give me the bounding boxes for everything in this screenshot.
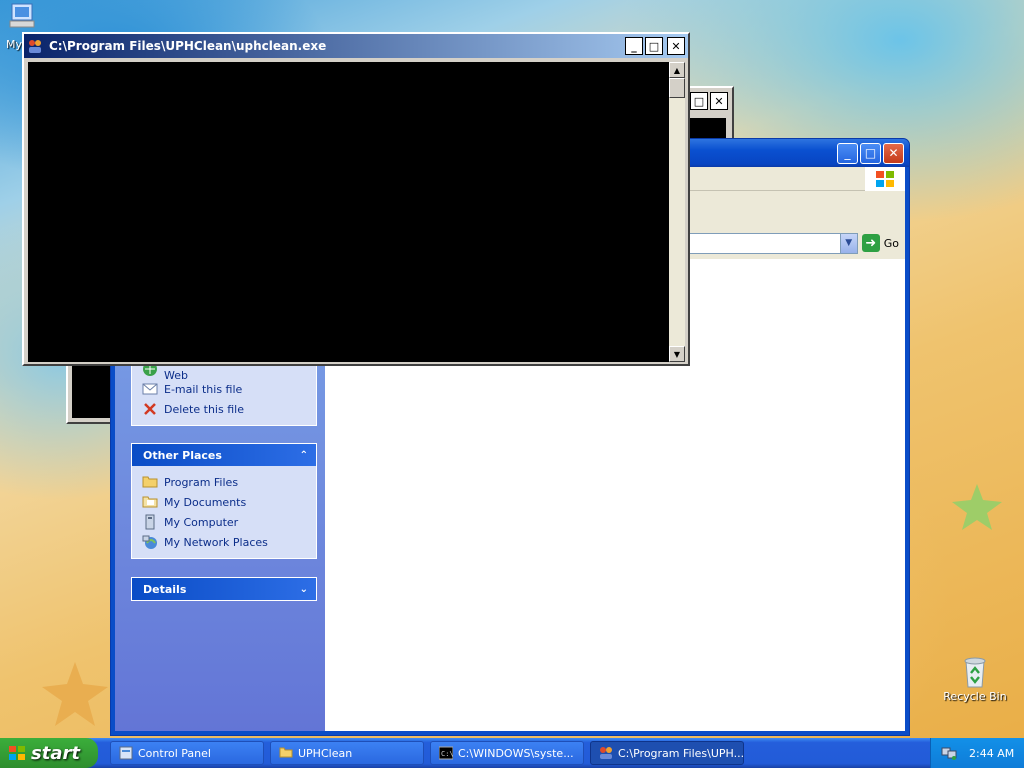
maximize-button[interactable]: □: [860, 142, 881, 164]
collapse-chevron-icon[interactable]: ⌃: [300, 450, 308, 461]
go-arrow-icon: ➜: [861, 234, 880, 252]
starfish-decoration: [952, 484, 1002, 530]
scroll-thumb[interactable]: [669, 78, 685, 98]
network-places-icon: [142, 534, 158, 550]
close-button[interactable]: ✕: [667, 37, 685, 55]
maximize-button[interactable]: □: [645, 37, 663, 55]
recycle-bin-desktop-icon[interactable]: Recycle Bin: [940, 655, 1010, 703]
uphclean-icon: [599, 746, 613, 760]
taskbar-item-cmd-window[interactable]: C:\ C:\WINDOWS\syste...: [430, 741, 584, 765]
recycle-bin-label: Recycle Bin: [943, 690, 1007, 703]
console-titlebar[interactable]: C:\Program Files\UPHClean\uphclean.exe _…: [24, 34, 688, 58]
delete-icon: [142, 401, 158, 417]
my-computer-icon: [142, 514, 158, 530]
taskbar-item-uphclean-exe[interactable]: C:\Program Files\UPH...: [590, 741, 744, 765]
go-label: Go: [883, 236, 899, 250]
scroll-up-button[interactable]: ▲: [669, 62, 685, 78]
task-label: Control Panel: [138, 746, 211, 760]
other-places-title: Other Places: [143, 448, 222, 462]
task-label: E-mail this file: [164, 382, 243, 396]
uphclean-console-window[interactable]: C:\Program Files\UPHClean\uphclean.exe _…: [22, 32, 690, 366]
network-tray-icon[interactable]: [941, 746, 957, 760]
system-tray: 2:44 AM: [930, 738, 1024, 768]
starfish-decoration: [42, 662, 108, 726]
details-header[interactable]: Details ⌄: [132, 578, 316, 600]
my-computer-desktop-icon[interactable]: My: [2, 2, 42, 51]
my-computer-icon: [6, 2, 38, 30]
recycle-bin-icon: [959, 655, 991, 688]
scroll-down-button[interactable]: ▼: [669, 346, 685, 362]
close-button[interactable]: ✕: [710, 92, 728, 110]
place-my-computer[interactable]: My Computer: [142, 512, 306, 532]
place-label: My Computer: [164, 515, 239, 529]
details-panel: Details ⌄: [131, 577, 317, 601]
other-places-header[interactable]: Other Places ⌃: [132, 444, 316, 466]
place-label: My Documents: [164, 495, 247, 509]
folder-icon: [142, 474, 158, 490]
task-label: Delete this file: [164, 402, 244, 416]
svg-text:C:\: C:\: [441, 750, 453, 758]
start-label: start: [31, 742, 80, 764]
restore-button[interactable]: □: [690, 92, 708, 110]
start-button[interactable]: start: [0, 738, 98, 768]
expand-chevron-icon[interactable]: ⌄: [300, 584, 308, 595]
minimize-button[interactable]: _: [837, 142, 858, 164]
details-title: Details: [143, 582, 187, 596]
task-delete-file[interactable]: Delete this file: [142, 399, 306, 419]
taskbar-item-uphclean-folder[interactable]: UPHClean: [270, 741, 424, 765]
console-screen[interactable]: [28, 62, 669, 362]
place-my-documents[interactable]: My Documents: [142, 492, 306, 512]
my-documents-icon: [142, 494, 158, 510]
windows-logo-icon: [865, 167, 905, 191]
vertical-scrollbar[interactable]: ▲ ▼: [669, 62, 685, 362]
task-label: C:\WINDOWS\syste...: [458, 746, 574, 760]
go-button[interactable]: ➜ Go: [861, 234, 899, 252]
task-email-file[interactable]: E-mail this file: [142, 379, 306, 399]
taskbar-item-control-panel[interactable]: Control Panel: [110, 741, 264, 765]
clock[interactable]: 2:44 AM: [969, 747, 1014, 760]
control-panel-icon: [119, 746, 133, 760]
taskbar: start Control Panel UPHClean C:\ C:\WIND…: [0, 738, 1024, 768]
place-program-files[interactable]: Program Files: [142, 472, 306, 492]
address-dropdown-button[interactable]: ▼: [839, 233, 857, 253]
task-label: C:\Program Files\UPH...: [618, 746, 744, 760]
windows-flag-icon: [8, 745, 26, 761]
folder-icon: [279, 746, 293, 760]
minimize-button[interactable]: _: [625, 37, 643, 55]
email-icon: [142, 381, 158, 397]
uphclean-icon: [27, 38, 43, 54]
place-label: My Network Places: [164, 535, 268, 549]
task-label: UPHClean: [298, 746, 353, 760]
my-computer-label: My: [6, 38, 23, 51]
place-label: Program Files: [164, 475, 239, 489]
other-places-panel: Other Places ⌃ Program Files My Document…: [131, 443, 317, 559]
close-button[interactable]: ✕: [883, 142, 904, 164]
cmd-icon: C:\: [438, 746, 454, 760]
console-title: C:\Program Files\UPHClean\uphclean.exe: [49, 39, 327, 53]
place-my-network-places[interactable]: My Network Places: [142, 532, 306, 552]
